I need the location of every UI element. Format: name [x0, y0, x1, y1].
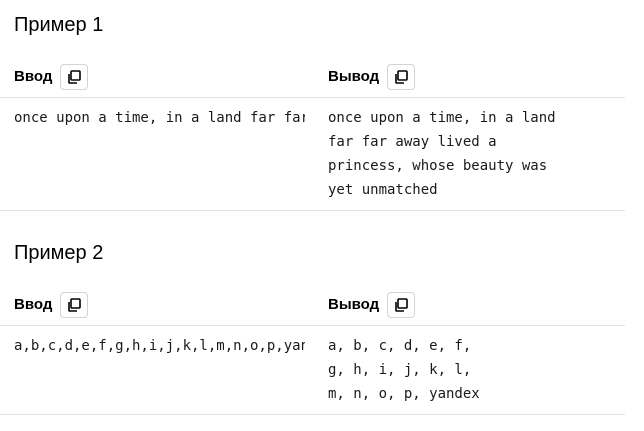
- output-header: Вывод: [328, 63, 416, 91]
- copy-icon: [395, 70, 408, 84]
- input-header: Ввод: [14, 291, 89, 319]
- output-code[interactable]: a, b, c, d, e, f, g, h, i, j, k, l, m, n…: [328, 334, 618, 406]
- output-label: Вывод: [328, 68, 380, 85]
- copy-output-button[interactable]: [387, 64, 416, 90]
- copy-icon: [68, 298, 82, 312]
- divider: [0, 414, 625, 415]
- output-header: Вывод: [328, 291, 416, 319]
- input-label: Ввод: [14, 68, 53, 85]
- copy-output-button[interactable]: [387, 292, 416, 318]
- input-header: Ввод: [14, 63, 89, 91]
- input-code[interactable]: once upon a time, in a land far far away…: [14, 106, 305, 130]
- copy-icon: [68, 70, 82, 84]
- input-label: Ввод: [14, 296, 53, 313]
- output-code[interactable]: once upon a time, in a land far far away…: [328, 106, 618, 202]
- copy-input-button[interactable]: [60, 64, 89, 90]
- input-code[interactable]: a,b,c,d,e,f,g,h,i,j,k,l,m,n,o,p,yandex: [14, 334, 305, 358]
- output-label: Вывод: [328, 296, 380, 313]
- example-title: Пример 1: [14, 14, 104, 36]
- example-title: Пример 2: [14, 242, 104, 264]
- divider: [0, 97, 625, 98]
- divider: [0, 325, 625, 326]
- copy-icon: [395, 298, 408, 312]
- divider: [0, 210, 625, 211]
- copy-input-button[interactable]: [60, 292, 89, 318]
